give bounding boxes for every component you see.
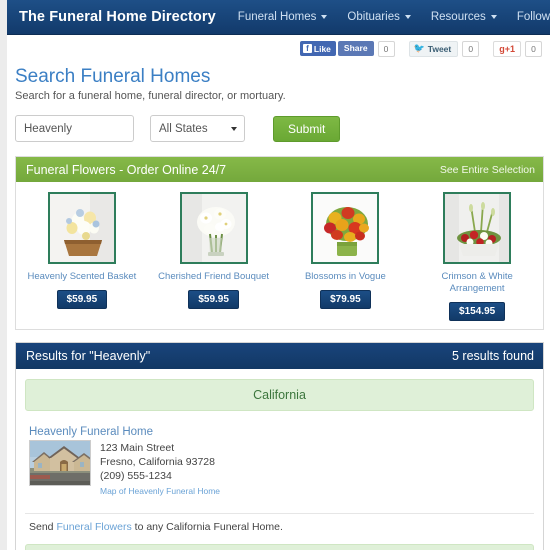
search-results-panel: Results for "Heavenly" 5 results found C… bbox=[15, 342, 544, 550]
submit-button[interactable]: Submit bbox=[273, 115, 341, 142]
listing-address-block: 123 Main Street Fresno, California 93728… bbox=[100, 440, 220, 498]
flower-product-card[interactable]: Cherished Friend Bouquet $59.95 bbox=[148, 192, 280, 321]
nav-item-funeral-homes[interactable]: Funeral Homes bbox=[238, 11, 328, 23]
results-query-label: Results for "Heavenly" bbox=[26, 349, 151, 363]
state-select[interactable]: All States bbox=[150, 115, 245, 142]
search-section: Search Funeral Homes Search for a funera… bbox=[7, 62, 550, 156]
facebook-share-group: f Like Share 0 bbox=[299, 40, 395, 57]
flower-product-price[interactable]: $59.95 bbox=[188, 290, 239, 309]
flower-product-price[interactable]: $59.95 bbox=[56, 290, 108, 309]
listing-city-state-zip: Fresno, California 93728 bbox=[100, 456, 215, 468]
nav-item-obituaries[interactable]: Obituaries bbox=[347, 11, 411, 23]
send-suffix: to any California Funeral Home. bbox=[131, 521, 283, 533]
flower-product-card[interactable]: Crimson & White Arrangement $154.95 bbox=[411, 192, 543, 321]
facebook-icon: f bbox=[302, 44, 312, 53]
listing-divider bbox=[25, 513, 534, 514]
flower-product-name: Crimson & White Arrangement bbox=[441, 271, 513, 294]
facebook-share-button[interactable]: Share bbox=[337, 41, 374, 56]
funeral-home-photo[interactable] bbox=[29, 440, 91, 486]
flower-product-card[interactable]: Heavenly Scented Basket $59.95 bbox=[16, 192, 148, 321]
nav-label: Follow Us bbox=[516, 11, 550, 23]
see-entire-selection-link[interactable]: See Entire Selection bbox=[440, 164, 535, 176]
page-title: Search Funeral Homes bbox=[15, 66, 211, 87]
listing-name-link[interactable]: Heavenly Funeral Home bbox=[29, 426, 153, 438]
chevron-down-icon bbox=[321, 15, 328, 19]
page-subtitle: Search for a funeral home, funeral direc… bbox=[15, 90, 286, 102]
flowers-banner-title: Funeral Flowers - Order Online 24/7 bbox=[26, 162, 227, 177]
send-funeral-flowers-link[interactable]: Funeral Flowers bbox=[56, 521, 131, 533]
content-shell: The Funeral Home Directory Funeral Homes… bbox=[7, 0, 550, 550]
twitter-label: Tweet bbox=[427, 43, 452, 54]
site-brand[interactable]: The Funeral Home Directory bbox=[19, 9, 216, 25]
listing-item: Heavenly Funeral Home 123 Main Street Fr… bbox=[25, 422, 534, 504]
social-share-row: f Like Share 0 🐦 Tweet 0 g+1 0 bbox=[7, 35, 550, 62]
send-flowers-line: Send Funeral Flowers to any California F… bbox=[25, 521, 534, 533]
flower-product-name: Blossoms in Vogue bbox=[304, 271, 386, 282]
flower-image-basket[interactable] bbox=[47, 192, 116, 264]
facebook-like-label: Like bbox=[313, 43, 331, 54]
flower-product-price[interactable]: $154.95 bbox=[449, 302, 506, 321]
chevron-down-icon bbox=[490, 15, 497, 19]
state-group-illinois: Illinois bbox=[25, 544, 534, 550]
main-navbar: The Funeral Home Directory Funeral Homes… bbox=[7, 0, 550, 35]
twitter-count: 0 bbox=[462, 40, 480, 57]
flower-product-price[interactable]: $79.95 bbox=[320, 290, 371, 309]
listing-phone: (209) 555-1234 bbox=[100, 470, 172, 482]
facebook-count: 0 bbox=[377, 40, 395, 57]
flower-image-bouquet[interactable] bbox=[179, 192, 248, 264]
flower-product-list: Heavenly Scented Basket $59.95 Cherished… bbox=[16, 182, 543, 329]
flower-image-vogue[interactable] bbox=[311, 192, 380, 264]
flower-product-card[interactable]: Blossoms in Vogue $79.95 bbox=[280, 192, 412, 321]
funeral-flowers-panel: Funeral Flowers - Order Online 24/7 See … bbox=[15, 156, 544, 330]
search-form: All States Submit bbox=[15, 115, 540, 142]
twitter-bird-icon: 🐦 bbox=[413, 43, 425, 53]
results-header: Results for "Heavenly" 5 results found bbox=[16, 343, 543, 369]
google-plus-group: g+1 0 bbox=[493, 40, 542, 57]
results-body: California Heavenly Funeral Home 123 Mai… bbox=[16, 369, 543, 550]
nav-item-resources[interactable]: Resources bbox=[431, 11, 497, 23]
twitter-tweet-button[interactable]: 🐦 Tweet bbox=[408, 40, 459, 57]
search-input[interactable] bbox=[15, 115, 134, 142]
listing-street: 123 Main Street bbox=[100, 442, 175, 454]
nav-label: Funeral Homes bbox=[237, 11, 317, 23]
google-plus-count: 0 bbox=[525, 40, 542, 57]
flower-image-crimson[interactable] bbox=[443, 192, 512, 264]
results-count: 5 results found bbox=[452, 349, 534, 363]
listing-detail-row: 123 Main Street Fresno, California 93728… bbox=[29, 440, 534, 498]
state-select-wrapper: All States bbox=[150, 115, 245, 142]
facebook-like-button[interactable]: f Like bbox=[299, 41, 336, 56]
nav-label: Resources bbox=[430, 11, 486, 23]
state-group-california: California bbox=[25, 379, 534, 411]
page-root: The Funeral Home Directory Funeral Homes… bbox=[0, 0, 550, 550]
twitter-share-group: 🐦 Tweet 0 bbox=[408, 40, 480, 57]
flowers-banner: Funeral Flowers - Order Online 24/7 See … bbox=[16, 157, 543, 182]
nav-label: Obituaries bbox=[347, 11, 400, 23]
chevron-down-icon bbox=[404, 15, 411, 19]
google-plus-button[interactable]: g+1 bbox=[493, 40, 521, 57]
flower-product-name: Heavenly Scented Basket bbox=[27, 271, 137, 282]
listing-map-link[interactable]: Map of Heavenly Funeral Home bbox=[100, 484, 220, 498]
send-prefix: Send bbox=[29, 521, 57, 533]
nav-item-follow-us[interactable]: Follow Us bbox=[517, 11, 550, 23]
flower-product-name: Cherished Friend Bouquet bbox=[158, 271, 270, 282]
